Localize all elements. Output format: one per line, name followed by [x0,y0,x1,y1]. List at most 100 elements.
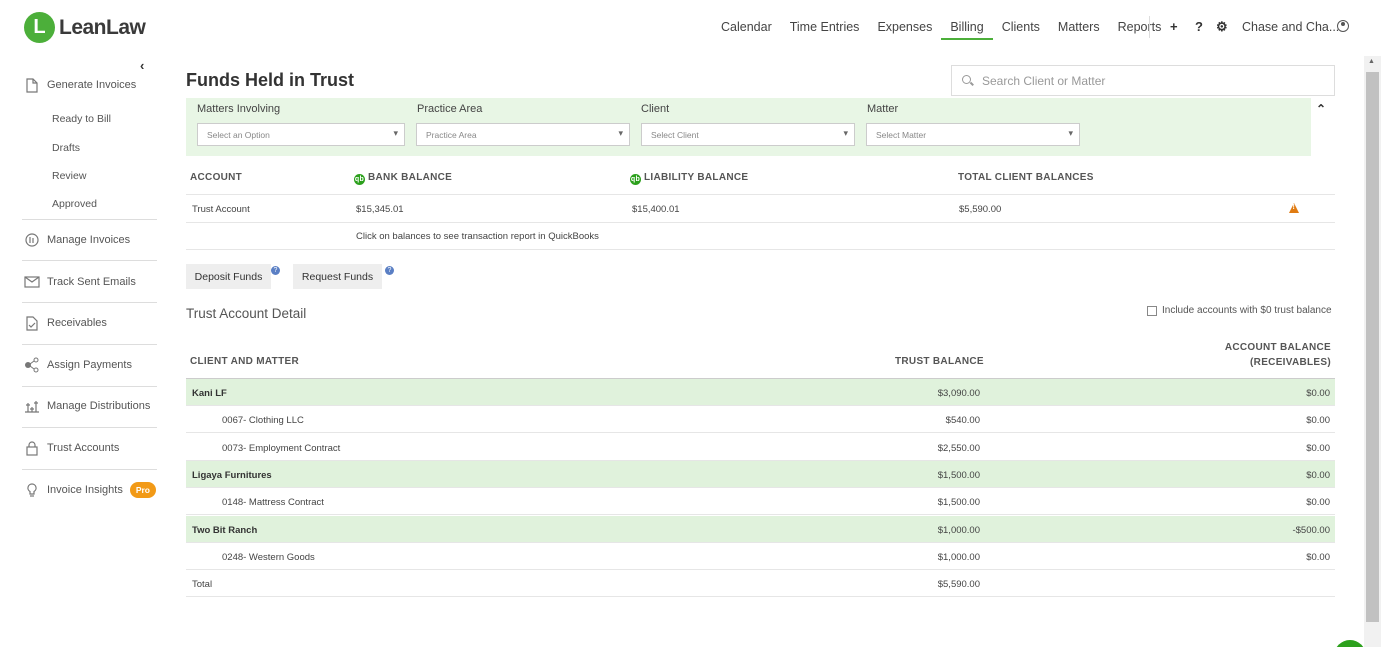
user-icon[interactable] [1337,20,1349,32]
liability-balance-value[interactable]: $15,400.01 [632,204,680,215]
search-input[interactable]: Search Client or Matter [951,65,1335,96]
nav-billing[interactable]: Billing [941,0,993,40]
warning-icon[interactable] [1289,203,1299,213]
bank-balance-value[interactable]: $15,345.01 [356,204,404,215]
header-bank-balance: qb BANK BALANCE [354,172,453,185]
invoice-icon [24,232,40,248]
leanlaw-logo[interactable]: L LeanLaw [24,12,146,43]
nav-reports[interactable]: Reports [1109,0,1171,40]
account-balance-value: $0.00 [1306,415,1330,427]
help-icon[interactable]: ? [385,266,394,275]
sidebar-divider [22,260,157,261]
sidebar-item-manage-invoices[interactable]: Manage Invoices [24,232,130,248]
header-trust-balance: TRUST BALANCE [895,356,984,367]
matter-row[interactable]: 0248- Western Goods $1,000.00 $0.00 [186,543,1335,570]
divider [186,249,1335,250]
matter-row[interactable]: 0067- Clothing LLC $540.00 $0.00 [186,406,1335,434]
quickbooks-note: Click on balances to see transaction rep… [356,231,599,242]
sidebar-sub-approved[interactable]: Approved [52,198,97,210]
nav-clients[interactable]: Clients [993,0,1049,40]
sidebar-divider [22,344,157,345]
page-title: Funds Held in Trust [186,70,355,90]
sidebar-item-trust-accounts[interactable]: Trust Accounts [24,440,119,456]
trust-balance-value: $1,000.00 [937,524,980,536]
nav-calendar[interactable]: Calendar [712,0,781,40]
nav-time-entries[interactable]: Time Entries [781,0,869,40]
sidebar-item-generate-invoices[interactable]: Generate Invoices [24,77,136,93]
plus-icon[interactable]: + [1170,19,1178,34]
client-row[interactable]: Ligaya Furnitures $1,500.00 $0.00 [186,460,1335,488]
trust-balance-value: $540.00 [945,415,980,427]
practice-area-select[interactable]: Practice Area [416,123,630,146]
sidebar-sub-review[interactable]: Review [52,170,86,182]
filter-label-matters-involving: Matters Involving [197,103,281,115]
divider [186,222,1335,223]
quickbooks-icon: qb [354,174,365,185]
trust-balance-value: $3,090.00 [937,388,980,399]
sidebar-item-invoice-insights[interactable]: Invoice Insights Pro [24,482,156,498]
trust-balance-value: $5,590.00 [937,579,980,591]
client-matter-name: 0067- Clothing LLC [222,415,304,427]
include-zero-checkbox[interactable] [1147,305,1157,316]
sidebar-divider [22,302,157,303]
sidebar-item-label: Receivables [47,317,107,329]
client-matter-name: Two Bit Ranch [192,524,258,536]
total-client-balances-value: $5,590.00 [959,204,1002,215]
client-row[interactable]: Kani LF $3,090.00 $0.00 [186,379,1335,406]
nav-divider [1149,16,1150,38]
sidebar-item-label: Manage Invoices [47,234,131,246]
total-row[interactable]: Total $5,590.00 [186,570,1335,598]
include-zero-balance-toggle[interactable]: Include accounts with $0 trust balance [1147,305,1332,316]
account-balance-value: $0.00 [1306,469,1330,481]
document-icon [24,77,40,93]
sidebar-item-manage-distributions[interactable]: Manage Distributions [24,398,150,414]
help-icon[interactable]: ? [1195,19,1203,34]
sidebar-item-receivables[interactable]: Receivables [24,315,107,331]
header-total-client-balances: TOTAL CLIENT BALANCES [958,172,1094,183]
chevron-up-icon[interactable]: ⌃ [1316,102,1326,116]
trust-balance-value: $2,550.00 [937,442,980,454]
collapse-sidebar-icon[interactable]: ‹ [140,58,144,73]
client-select[interactable]: Select Client [641,123,855,146]
help-icon[interactable]: ? [271,266,280,275]
filter-label-client: Client [641,103,670,115]
account-balance-value: $0.00 [1306,497,1330,509]
matter-row[interactable]: 0073- Employment Contract $2,550.00 $0.00 [186,434,1335,461]
search-icon [962,75,971,84]
request-funds-button[interactable]: Request Funds [293,264,382,289]
matters-involving-select[interactable]: Select an Option [197,123,405,146]
top-nav: Calendar Time Entries Expenses Billing C… [712,0,1170,54]
sidebar-divider [22,427,157,428]
trust-balance-value: $1,500.00 [937,497,980,509]
nav-expenses[interactable]: Expenses [868,0,941,40]
sidebar-sub-ready-to-bill[interactable]: Ready to Bill [52,113,111,125]
matter-row[interactable]: 0148- Mattress Contract $1,500.00 $0.00 [186,488,1335,516]
sidebar-item-track-sent-emails[interactable]: Track Sent Emails [24,274,136,290]
client-matter-name: Total [192,579,213,591]
trust-balance-value: $1,500.00 [937,469,980,481]
section-title: Trust Account Detail [186,306,307,321]
gear-icon[interactable]: ⚙ [1216,19,1228,35]
sidebar-item-assign-payments[interactable]: Assign Payments [24,357,132,373]
scrollbar-thumb[interactable] [1366,72,1379,622]
filter-label-practice-area: Practice Area [417,103,483,115]
payments-icon [24,357,40,373]
sidebar-divider [22,219,157,220]
deposit-funds-button[interactable]: Deposit Funds [186,264,271,289]
filter-panel: Matters Involving Select an Option Pract… [186,98,1311,156]
sidebar-divider [22,386,157,387]
user-name[interactable]: Chase and Cha... [1242,20,1339,34]
client-matter-name: 0073- Employment Contract [222,442,341,454]
client-row[interactable]: Two Bit Ranch $1,000.00 -$500.00 [186,515,1335,543]
quickbooks-icon: qb [630,174,641,185]
account-name: Trust Account [192,204,250,215]
sidebar-sub-drafts[interactable]: Drafts [52,142,80,154]
matter-select[interactable]: Select Matter [866,123,1080,146]
nav-matters[interactable]: Matters [1049,0,1109,40]
client-matter-name: Ligaya Furnitures [192,469,272,481]
chat-button[interactable] [1334,640,1366,647]
header-liability-balance: qb LIABILITY BALANCE [630,172,749,185]
sidebar-item-label: Assign Payments [47,359,132,371]
client-matter-name: Kani LF [192,388,227,399]
scroll-up-arrow[interactable]: ▲ [1368,58,1375,65]
